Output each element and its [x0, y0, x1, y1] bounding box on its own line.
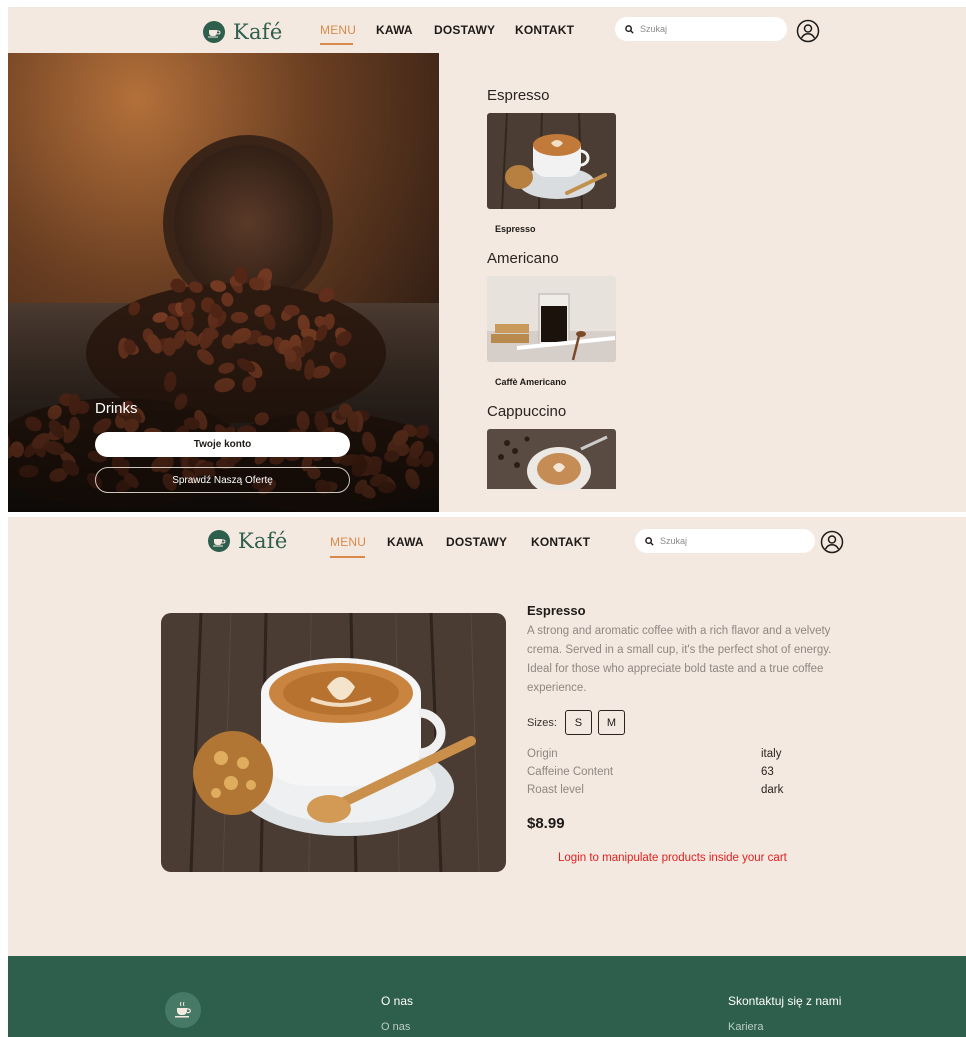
- sizes-label: Sizes:: [527, 716, 557, 729]
- spec-row-origin: Origin italy: [527, 748, 813, 766]
- brand-logo[interactable]: Kafé: [208, 529, 288, 553]
- menu-heading: Cappuccino: [487, 403, 567, 420]
- nav-item-kontakt[interactable]: KONTAKT: [531, 535, 590, 549]
- menu-caption[interactable]: Espresso: [495, 224, 737, 250]
- search-icon: [645, 536, 654, 546]
- menu-page-panel: Kafé MENU KAWA DOSTAWY KONTAKT Szukaj Dr…: [8, 7, 966, 512]
- footer: O nas O nas Skontaktuj się z nami Karier…: [8, 956, 966, 1037]
- nav-item-menu[interactable]: MENU: [320, 23, 356, 37]
- nav-item-kawa[interactable]: KAWA: [387, 535, 424, 549]
- spec-row-roast: Roast level dark: [527, 784, 813, 802]
- search-icon: [625, 24, 634, 34]
- product-price: $8.99: [527, 815, 565, 832]
- nav-item-dostawy[interactable]: DOSTAWY: [446, 535, 507, 549]
- login-required-message: Login to manipulate products inside your…: [558, 852, 787, 864]
- footer-heading-contact: Skontaktuj się z nami: [728, 994, 842, 1008]
- footer-logo-cup-icon[interactable]: [165, 992, 201, 1028]
- size-selector: Sizes: S M: [527, 710, 847, 735]
- search-input[interactable]: [660, 536, 790, 546]
- spec-row-caffeine: Caffeine Content 63: [527, 766, 813, 784]
- nav-active-underline: [330, 556, 365, 558]
- product-page-panel: Kafé MENU KAWA DOSTAWY KONTAKT Szukaj Es…: [8, 517, 966, 1037]
- product-specs: Origin italy Caffeine Content 63 Roast l…: [527, 748, 847, 802]
- nav-item-dostawy[interactable]: DOSTAWY: [434, 23, 495, 37]
- account-button[interactable]: Twoje konto: [95, 432, 350, 457]
- hero-banner: Drinks Twoje konto Sprawdź Naszą Ofertę: [8, 53, 439, 512]
- spec-value: 63: [761, 766, 774, 778]
- cappuccino-thumbnail[interactable]: [487, 429, 616, 489]
- spec-value: dark: [761, 784, 784, 796]
- size-option-s[interactable]: S: [564, 710, 592, 735]
- search-box[interactable]: [615, 17, 787, 41]
- navbar: Kafé MENU KAWA DOSTAWY KONTAKT: [8, 7, 966, 53]
- menu-section-americano: Americano Caffè Americano: [487, 250, 737, 403]
- nav-item-kawa[interactable]: KAWA: [376, 23, 413, 37]
- logo-cup-icon: [208, 530, 230, 552]
- search-input[interactable]: [640, 24, 770, 34]
- product-image: [161, 613, 506, 872]
- search-box[interactable]: [635, 529, 815, 553]
- size-option-m[interactable]: M: [597, 710, 625, 735]
- spec-label: Origin: [527, 748, 558, 760]
- brand-name: Kafé: [238, 529, 288, 553]
- logo-cup-icon: [203, 21, 225, 43]
- product-details: Espresso A strong and aromatic coffee wi…: [527, 603, 847, 864]
- menu-heading: Americano: [487, 250, 559, 267]
- user-icon[interactable]: [796, 19, 820, 43]
- footer-link-about[interactable]: O nas: [381, 1021, 410, 1033]
- nav-item-menu[interactable]: MENU: [330, 535, 366, 549]
- offer-button[interactable]: Sprawdź Naszą Ofertę: [95, 467, 350, 493]
- spec-label: Caffeine Content: [527, 766, 614, 778]
- menu-caption[interactable]: Caffè Americano: [495, 377, 737, 403]
- nav-active-underline: [320, 43, 353, 45]
- menu-section-espresso: Espresso Espresso: [487, 87, 737, 250]
- footer-link-careers[interactable]: Kariera: [728, 1021, 763, 1033]
- menu-heading: Espresso: [487, 87, 550, 104]
- brand-name: Kafé: [233, 20, 283, 44]
- spec-label: Roast level: [527, 784, 584, 796]
- hero-title: Drinks: [95, 400, 138, 417]
- navbar: Kafé MENU KAWA DOSTAWY KONTAKT: [8, 517, 966, 563]
- user-icon[interactable]: [820, 530, 844, 554]
- menu-list: Espresso Espresso Americano Caffè Americ…: [487, 87, 737, 489]
- nav-item-kontakt[interactable]: KONTAKT: [515, 23, 574, 37]
- espresso-thumbnail[interactable]: [487, 113, 616, 209]
- product-name: Espresso: [527, 603, 586, 618]
- footer-heading-about: O nas: [381, 994, 414, 1008]
- menu-section-cappuccino: Cappuccino: [487, 403, 737, 489]
- product-description: A strong and aromatic coffee with a rich…: [527, 625, 832, 694]
- brand-logo[interactable]: Kafé: [203, 20, 283, 44]
- spec-value: italy: [761, 748, 782, 760]
- americano-thumbnail[interactable]: [487, 276, 616, 362]
